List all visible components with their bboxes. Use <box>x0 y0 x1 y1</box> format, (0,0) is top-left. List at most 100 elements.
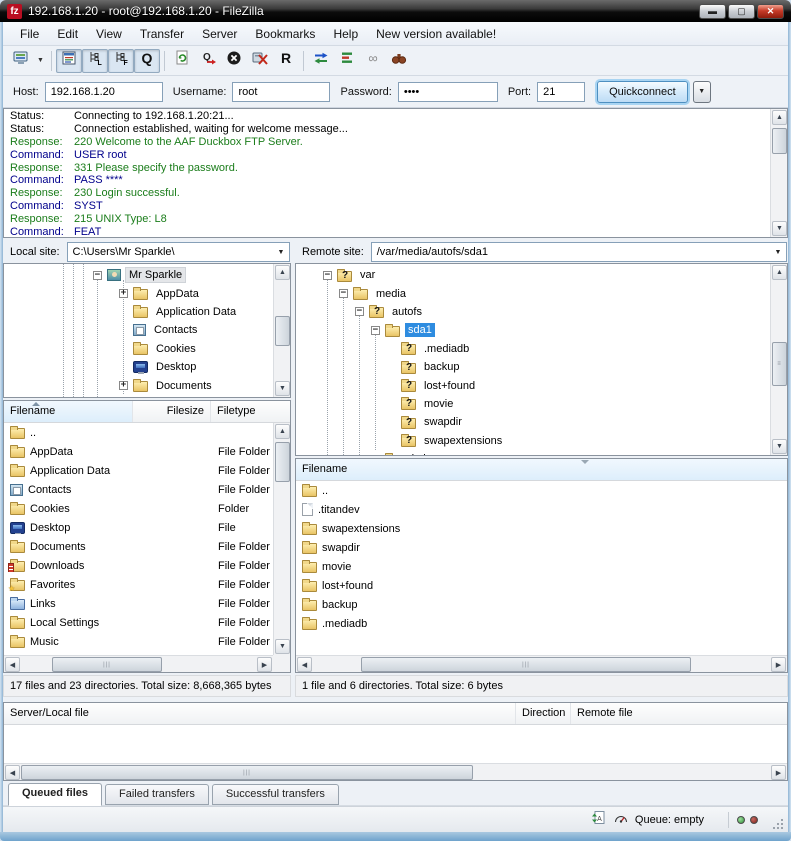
file-row-backup[interactable]: backup <box>296 595 787 614</box>
collapse-icon[interactable]: − <box>355 307 364 316</box>
scrollbar-thumb[interactable] <box>275 316 290 346</box>
tab-queued-files[interactable]: Queued files <box>8 783 102 806</box>
remote-list-hscrollbar[interactable]: ◀ ▶ ||| <box>296 655 787 672</box>
tree-item-application-data[interactable]: Application Data <box>4 303 272 321</box>
scroll-right-arrow[interactable]: ▶ <box>771 765 786 780</box>
file-row-titandev[interactable]: .titandev <box>296 500 787 519</box>
scroll-right-arrow[interactable]: ▶ <box>771 657 786 672</box>
resize-grip[interactable] <box>772 818 784 830</box>
quickconnect-button[interactable]: Quickconnect <box>597 81 688 103</box>
tree-item-var[interactable]: −var <box>296 266 769 284</box>
file-row-desktop[interactable]: DesktopFile <box>4 518 273 537</box>
column-header-direction[interactable]: Direction <box>516 703 571 724</box>
process-queue-button[interactable]: Q <box>195 49 221 73</box>
toggle-local-tree-button[interactable]: L <box>82 49 108 73</box>
file-row-local-settings[interactable]: Local SettingsFile Folder <box>4 613 273 632</box>
menu-item-transfer[interactable]: Transfer <box>131 24 193 44</box>
scroll-up-arrow[interactable]: ▲ <box>275 424 290 439</box>
disconnect-button[interactable] <box>247 49 273 73</box>
maximize-button[interactable]: ▢ <box>728 4 755 19</box>
queue-hscrollbar[interactable]: ◀ ▶ ||| <box>4 763 787 780</box>
scrollbar-thumb[interactable]: ||| <box>361 657 691 672</box>
file-row-lost-found[interactable]: lost+found <box>296 576 787 595</box>
password-input[interactable] <box>398 82 498 102</box>
menu-item-server[interactable]: Server <box>193 24 246 44</box>
close-button[interactable]: ✕ <box>757 4 784 19</box>
file-row-swapdir[interactable]: swapdir <box>296 538 787 557</box>
minimize-button[interactable]: ▬ <box>699 4 726 19</box>
tree-item-media[interactable]: −media <box>296 284 769 302</box>
tree-item-sda1[interactable]: −sda1 <box>296 321 769 339</box>
scroll-down-arrow[interactable]: ▼ <box>772 221 787 236</box>
scrollbar-thumb[interactable]: ≡ <box>772 342 787 386</box>
host-input[interactable] <box>45 82 163 102</box>
local-site-combo[interactable]: C:\Users\Mr Sparkle\ ▼ <box>67 242 290 262</box>
collapse-icon[interactable]: − <box>371 326 380 335</box>
file-search-button[interactable] <box>386 49 412 73</box>
file-row-links[interactable]: LinksFile Folder <box>4 594 273 613</box>
site-manager-button[interactable] <box>8 49 34 73</box>
scroll-down-arrow[interactable]: ▼ <box>772 439 787 454</box>
file-row-cookies[interactable]: CookiesFolder <box>4 499 273 518</box>
local-tree-scrollbar[interactable]: ▲ ▼ <box>273 264 290 397</box>
remote-tree-scrollbar[interactable]: ▲ ▼ ≡ <box>770 264 787 455</box>
scroll-up-arrow[interactable]: ▲ <box>275 265 290 280</box>
toggle-remote-tree-button[interactable]: F <box>108 49 134 73</box>
column-header-filename[interactable]: Filename <box>296 459 787 480</box>
menu-item-bookmarks[interactable]: Bookmarks <box>246 24 324 44</box>
tab-successful-transfers[interactable]: Successful transfers <box>212 784 339 805</box>
tree-item-dvd[interactable]: dvd <box>296 450 769 455</box>
tree-item-desktop[interactable]: Desktop <box>4 358 272 376</box>
refresh-button[interactable] <box>169 49 195 73</box>
username-input[interactable] <box>232 82 330 102</box>
scroll-right-arrow[interactable]: ▶ <box>257 657 272 672</box>
scrollbar-thumb[interactable]: ||| <box>21 765 473 780</box>
local-list-hscrollbar[interactable]: ◀ ▶ ||| <box>4 655 273 672</box>
tree-item-autofs[interactable]: −autofs <box>296 303 769 321</box>
column-header-remote-file[interactable]: Remote file <box>571 703 787 724</box>
scrollbar-thumb[interactable] <box>275 442 290 482</box>
scroll-up-arrow[interactable]: ▲ <box>772 265 787 280</box>
menu-item-help[interactable]: Help <box>324 24 367 44</box>
scrollbar-thumb[interactable]: ||| <box>52 657 162 672</box>
menu-item-view[interactable]: View <box>87 24 131 44</box>
tree-item-backup[interactable]: backup <box>296 358 769 376</box>
tree-item-mediadb[interactable]: .mediadb <box>296 340 769 358</box>
local-list-vscrollbar[interactable]: ▲ ▼ <box>273 423 290 655</box>
scroll-down-arrow[interactable]: ▼ <box>275 639 290 654</box>
file-row-contacts[interactable]: ContactsFile Folder <box>4 480 273 499</box>
file-row-documents[interactable]: DocumentsFile Folder <box>4 537 273 556</box>
file-row-favorites[interactable]: FavoritesFile Folder <box>4 575 273 594</box>
scroll-left-arrow[interactable]: ◀ <box>297 657 312 672</box>
file-row-item[interactable]: .. <box>296 481 787 500</box>
tree-item-cookies[interactable]: Cookies <box>4 340 272 358</box>
tree-item-mr-sparkle[interactable]: −Mr Sparkle <box>4 266 272 284</box>
file-row-downloads[interactable]: DownloadsFile Folder <box>4 556 273 575</box>
file-row-music[interactable]: MusicFile Folder <box>4 632 273 651</box>
tree-item-swapextensions[interactable]: swapextensions <box>296 432 769 450</box>
file-row-swapextensions[interactable]: swapextensions <box>296 519 787 538</box>
directory-comparison-button[interactable] <box>334 49 360 73</box>
scrollbar-thumb[interactable] <box>772 128 787 154</box>
column-header-server-local-file[interactable]: Server/Local file <box>4 703 516 724</box>
scroll-down-arrow[interactable]: ▼ <box>275 381 290 396</box>
cancel-operation-button[interactable] <box>221 49 247 73</box>
file-row-movie[interactable]: movie <box>296 557 787 576</box>
scroll-left-arrow[interactable]: ◀ <box>5 657 20 672</box>
collapse-icon[interactable]: − <box>339 289 348 298</box>
file-row-item[interactable]: .. <box>4 423 273 442</box>
quickconnect-dropdown[interactable]: ▼ <box>693 81 711 103</box>
file-row-application-data[interactable]: Application DataFile Folder <box>4 461 273 480</box>
menu-item-file[interactable]: File <box>11 24 48 44</box>
column-header-filesize[interactable]: Filesize <box>133 401 211 422</box>
menu-item-edit[interactable]: Edit <box>48 24 87 44</box>
synchronized-browsing-button[interactable] <box>308 49 334 73</box>
site-manager-dropdown[interactable]: ▼ <box>34 49 47 73</box>
collapse-icon[interactable]: − <box>323 271 332 280</box>
scroll-left-arrow[interactable]: ◀ <box>5 765 20 780</box>
toggle-filters-button[interactable]: ∞ <box>360 49 386 73</box>
tree-item-downloads[interactable]: +Downloads <box>4 395 272 397</box>
column-header-filetype[interactable]: Filetype <box>211 401 290 422</box>
toggle-message-log-button[interactable] <box>56 49 82 73</box>
menu-item-new-version-notice[interactable]: New version available! <box>367 24 505 44</box>
